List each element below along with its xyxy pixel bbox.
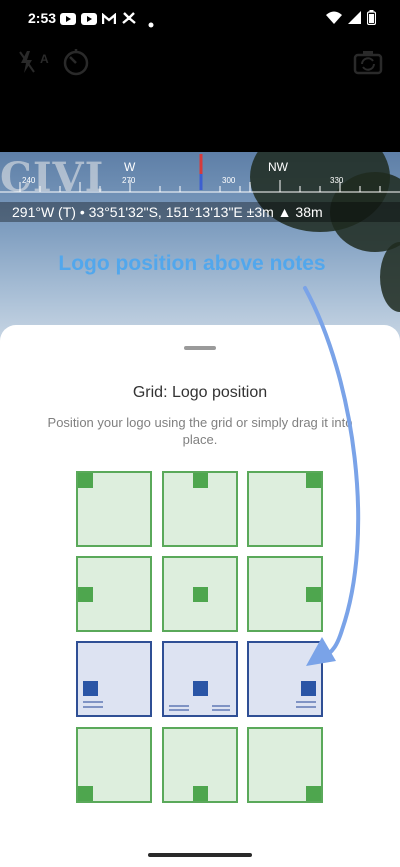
notes-line	[212, 709, 230, 711]
gps-readout-text: 291°W (T) • 33°51'32"S, 151°13'13"E ±3m …	[12, 204, 323, 220]
bottom-sheet: Grid: Logo position Position your logo u…	[0, 325, 400, 867]
logo-marker	[306, 473, 321, 488]
notes-line	[169, 705, 189, 707]
logo-marker	[192, 473, 208, 488]
grid-cell-top-right[interactable]	[247, 471, 323, 547]
compass-degree: 240	[22, 176, 36, 185]
grid-cell-top-center[interactable]	[162, 471, 238, 547]
compass-degree: 330	[330, 176, 344, 185]
battery-icon	[366, 10, 377, 30]
compass-heading-label: NW	[268, 160, 288, 174]
logo-marker	[192, 786, 208, 801]
logo-marker	[301, 681, 316, 696]
gps-readout: 291°W (T) • 33°51'32"S, 151°13'13"E ±3m …	[0, 202, 400, 222]
logo-marker	[192, 681, 208, 696]
grid-cell-bottom-right[interactable]	[247, 727, 323, 803]
drag-handle[interactable]	[184, 346, 216, 350]
logo-marker	[306, 786, 321, 801]
camera-toolbar: A	[0, 36, 400, 92]
grid-cell-above-notes-left[interactable]	[76, 641, 152, 717]
compass-degree: 270	[122, 176, 136, 185]
grid-cell-middle-left[interactable]	[76, 556, 152, 632]
grid-cell-above-notes-right[interactable]	[247, 641, 323, 717]
fan-icon	[122, 12, 136, 30]
notes-line	[296, 701, 316, 703]
notes-line	[83, 701, 103, 703]
grid-cell-above-notes-center[interactable]	[162, 641, 238, 717]
logo-marker	[306, 586, 321, 602]
flash-mode-label: A	[40, 52, 49, 66]
compass-degree: 300	[222, 176, 236, 185]
grid-cell-bottom-center[interactable]	[162, 727, 238, 803]
logo-marker	[78, 786, 93, 801]
notes-line	[296, 706, 316, 708]
wifi-icon	[326, 11, 342, 29]
grid-cell-bottom-left[interactable]	[76, 727, 152, 803]
home-indicator[interactable]	[148, 853, 252, 857]
logo-marker	[192, 586, 208, 602]
annotation-text: Logo position above notes	[58, 252, 326, 275]
sheet-title: Grid: Logo position	[132, 384, 268, 401]
notes-line	[169, 709, 189, 711]
signal-icon	[348, 11, 361, 29]
status-bar: 2:53	[0, 0, 400, 36]
notes-line	[83, 706, 103, 708]
logo-marker	[78, 473, 93, 488]
sheet-description: Position your logo using the grid or sim…	[47, 415, 353, 447]
grid-cell-middle-right[interactable]	[247, 556, 323, 632]
switch-camera-icon	[353, 49, 383, 80]
notes-line	[212, 705, 230, 707]
compass-heading-label: W	[124, 160, 136, 174]
camera-preview[interactable]: CIVI W NW 240 270 300 330 291°W (T) • 33…	[0, 152, 400, 342]
timer-icon	[61, 47, 91, 82]
compass-bar: W NW 240 270 300 330	[0, 152, 400, 196]
grid-cell-top-left[interactable]	[76, 471, 152, 547]
dot-icon	[148, 15, 154, 33]
grid-cell-middle-center[interactable]	[162, 556, 238, 632]
switch-camera-button[interactable]	[348, 44, 388, 84]
logo-marker	[83, 681, 98, 696]
timer-button[interactable]	[56, 44, 96, 84]
logo-marker	[78, 586, 93, 602]
gmail-icon	[101, 12, 117, 30]
youtube-icon	[60, 12, 76, 30]
flash-auto-button[interactable]: A	[10, 44, 50, 84]
status-time: 2:53	[28, 10, 57, 26]
youtube-icon	[81, 12, 97, 30]
